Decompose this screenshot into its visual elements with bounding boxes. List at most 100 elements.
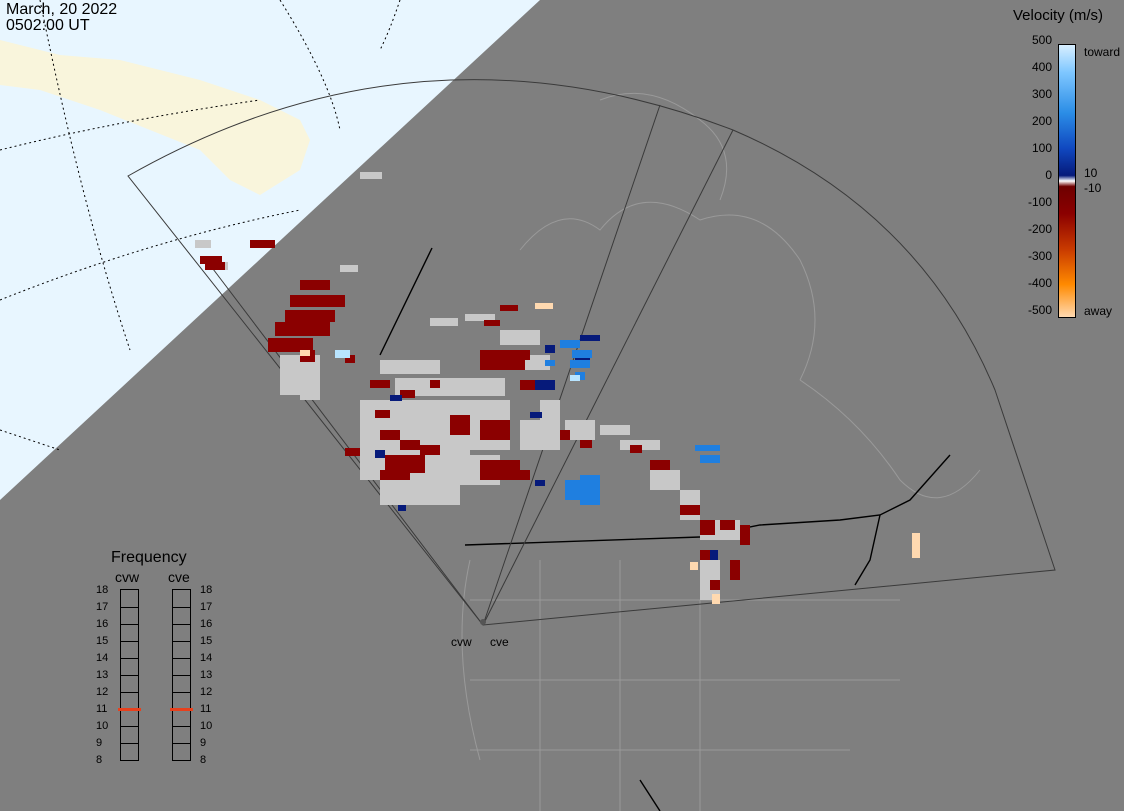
velocity-cell [710,550,718,560]
velocity-cell [480,420,510,440]
velocity-cell [345,448,360,456]
map-outlines [461,92,981,811]
velocity-tick-label: 300 [1031,87,1052,101]
velocity-cell [380,360,440,374]
velocity-cell [300,280,330,290]
velocity-cell [268,338,313,352]
velocity-cell [680,505,700,515]
velocity-cell [570,360,590,368]
velocity-cell [520,350,530,360]
toward-label: toward [1084,45,1121,59]
velocity-cell [390,395,402,401]
velocity-cell [205,262,225,270]
freq-selected-marker [170,708,193,711]
velocity-cell [300,380,320,400]
velocity-cell [530,412,542,418]
freq-level-label: 17 [200,601,213,613]
velocity-cell [360,172,382,179]
freq-gridline [173,624,190,625]
freq-level-label: 16 [96,618,109,630]
freq-level-label: 9 [200,737,207,749]
freq-bar-cvw [118,589,141,761]
velocity-cell [650,460,670,470]
velocity-tick-label: -400 [1027,276,1052,290]
velocity-cell [250,240,275,248]
freq-level-label: 18 [200,584,213,596]
freq-level-label: 13 [200,669,213,681]
time-label: 0502:00 UT [6,17,90,34]
velocity-cell [535,380,555,390]
velocity-cell [590,480,600,490]
freq-gridline [121,641,138,642]
velocity-cell [430,318,458,326]
velocity-cell [700,520,715,535]
away-label: away [1084,304,1113,318]
freq-gridline [121,692,138,693]
borders [379,247,951,811]
freq-level-label: 15 [96,635,109,647]
velocity-cell [695,445,720,451]
freq-level-label: 13 [96,669,109,681]
velocity-cell [500,305,518,311]
freq-gridline [173,692,190,693]
velocity-cell [195,240,211,248]
velocity-colorbar [1058,44,1076,318]
velocity-cell [400,390,415,398]
freq-gridline [121,675,138,676]
velocity-cell [520,420,560,450]
velocity-tick-label: 400 [1031,60,1052,74]
freq-level-label: 17 [96,601,109,613]
freq-level-label: 12 [200,686,213,698]
velocity-cell [484,320,500,326]
velocity-tick-label: 100 [1031,141,1052,155]
velocity-cell [912,533,920,558]
velocity-cell [535,303,553,309]
velocity-cell [380,430,400,440]
radar-site-marker [480,619,486,625]
velocity-cell [560,430,570,440]
velocity-cell [285,310,335,322]
velocity-cell [540,400,560,420]
velocity-cell [400,440,420,450]
freq-gridline [121,607,138,608]
radar-label-cvw: cvw [451,635,472,649]
velocity-cell [480,350,525,370]
velocity-cell [420,445,440,455]
freq-radar-label-cve: cve [168,569,190,585]
freq-level-label: 8 [200,754,207,766]
near-zero-neg-label: -10 [1084,181,1102,195]
freq-bar-cve [170,589,193,761]
velocity-cell [335,350,350,358]
freq-gridline [121,624,138,625]
velocity-cell [700,550,710,560]
velocity-cell [720,520,735,530]
velocity-cell [545,345,555,353]
velocity-cell [465,314,495,321]
velocity-cell [430,380,440,388]
freq-radar-label-cvw: cvw [115,569,140,585]
velocity-cell [630,445,642,453]
velocity-cell [580,440,592,448]
velocity-cell [535,480,545,486]
freq-gridline [121,743,138,744]
velocity-cell [450,415,470,435]
freq-level-label: 9 [96,737,103,749]
freq-level-label: 10 [200,720,213,732]
velocity-tick-label: -100 [1027,195,1052,209]
frequency-legend-title: Frequency [111,549,187,566]
freq-level-label: 16 [200,618,213,630]
velocity-tick-label: -500 [1027,303,1052,317]
velocity-cell [740,525,750,545]
freq-gridline [173,675,190,676]
velocity-cell [300,350,310,356]
velocity-cell [560,340,580,348]
velocity-cell [275,322,330,336]
velocity-cell [500,330,540,345]
freq-selected-marker [118,708,141,711]
velocity-tick-label: 500 [1031,33,1052,47]
freq-gridline [173,726,190,727]
velocity-cell [572,350,592,358]
velocity-cell [340,265,358,272]
velocity-cell [650,470,680,490]
velocity-cell [710,580,720,590]
